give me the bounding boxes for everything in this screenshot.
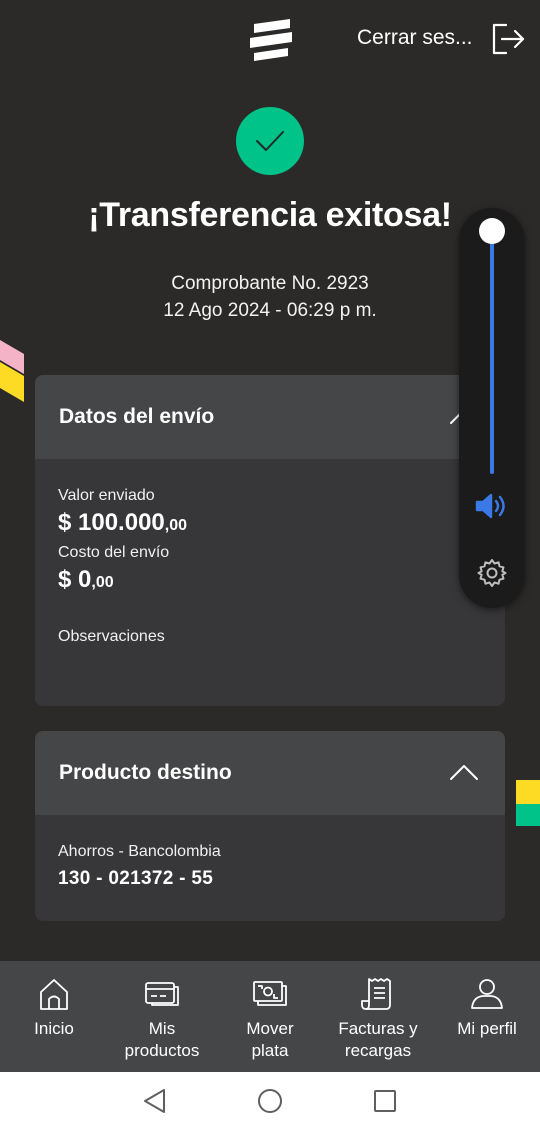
nav-item-inicio[interactable]: Inicio xyxy=(6,961,102,1072)
nav-item-mover-plata[interactable]: Mover plata xyxy=(222,961,318,1072)
volume-slider-track[interactable] xyxy=(490,230,494,474)
logout-button[interactable]: Cerrar ses... xyxy=(357,26,473,50)
nav-label: Mis productos xyxy=(124,1019,200,1060)
account-number: 130 - 021372 - 55 xyxy=(58,868,214,889)
shipping-cost-amount: $ 0,00 xyxy=(58,566,114,594)
check-icon xyxy=(256,131,284,151)
chevron-up-icon[interactable] xyxy=(449,763,479,781)
decorative-stripes xyxy=(516,780,540,826)
nav-label: Inicio xyxy=(34,1019,74,1038)
amount-main: $ 100.000 xyxy=(58,509,165,536)
amount-main: $ 0 xyxy=(58,566,92,593)
nav-item-mis-productos[interactable]: Mis productos xyxy=(108,961,216,1072)
value-sent-label: Valor enviado xyxy=(58,487,155,504)
nav-label: Mi perfil xyxy=(457,1019,517,1038)
value-sent-amount: $ 100.000,00 xyxy=(58,509,187,537)
shipping-cost-label: Costo del envío xyxy=(58,544,170,561)
receipt-icon xyxy=(361,978,391,1010)
card-title: Producto destino xyxy=(59,761,232,784)
gear-icon[interactable] xyxy=(477,558,507,588)
nav-label: Mover plata xyxy=(246,1019,294,1060)
user-icon xyxy=(471,979,503,1009)
system-navigation-bar xyxy=(0,1072,540,1131)
bottom-navigation: Inicio Mis productos Mover plata Factura… xyxy=(0,961,540,1072)
amount-cents: ,00 xyxy=(91,574,114,591)
money-icon xyxy=(253,981,287,1006)
success-badge xyxy=(236,107,304,175)
nav-item-facturas-recargas[interactable]: Facturas y recargas xyxy=(322,961,434,1072)
destination-product-header[interactable]: Producto destino xyxy=(35,731,505,815)
nav-item-mi-perfil[interactable]: Mi perfil xyxy=(440,961,534,1072)
volume-overlay xyxy=(459,208,525,608)
amount-cents: ,00 xyxy=(164,517,188,534)
nav-label: Facturas y recargas xyxy=(338,1019,418,1060)
home-icon xyxy=(40,979,68,1010)
shipping-details-card: Datos del envío Valor enviado $ 100.000,… xyxy=(35,375,505,706)
app-header: Cerrar ses... xyxy=(0,0,540,80)
logout-icon[interactable] xyxy=(490,22,526,56)
destination-product-card: Producto destino Ahorros - Bancolombia 1… xyxy=(35,731,505,921)
page-title: ¡Transferencia exitosa! xyxy=(88,196,452,234)
speaker-icon[interactable] xyxy=(475,492,511,520)
notes-label: Observaciones xyxy=(58,628,165,645)
decorative-stripes xyxy=(0,340,24,402)
account-type: Ahorros - Bancolombia xyxy=(58,843,221,860)
cards-icon xyxy=(145,982,179,1006)
home-circle-icon[interactable] xyxy=(257,1088,283,1114)
recents-square-icon[interactable] xyxy=(372,1088,398,1114)
bancolombia-logo-icon xyxy=(250,19,292,61)
shipping-details-header[interactable]: Datos del envío xyxy=(35,375,505,459)
card-title: Datos del envío xyxy=(59,405,215,428)
volume-slider-knob[interactable] xyxy=(479,218,505,244)
back-triangle-icon[interactable] xyxy=(142,1088,168,1114)
